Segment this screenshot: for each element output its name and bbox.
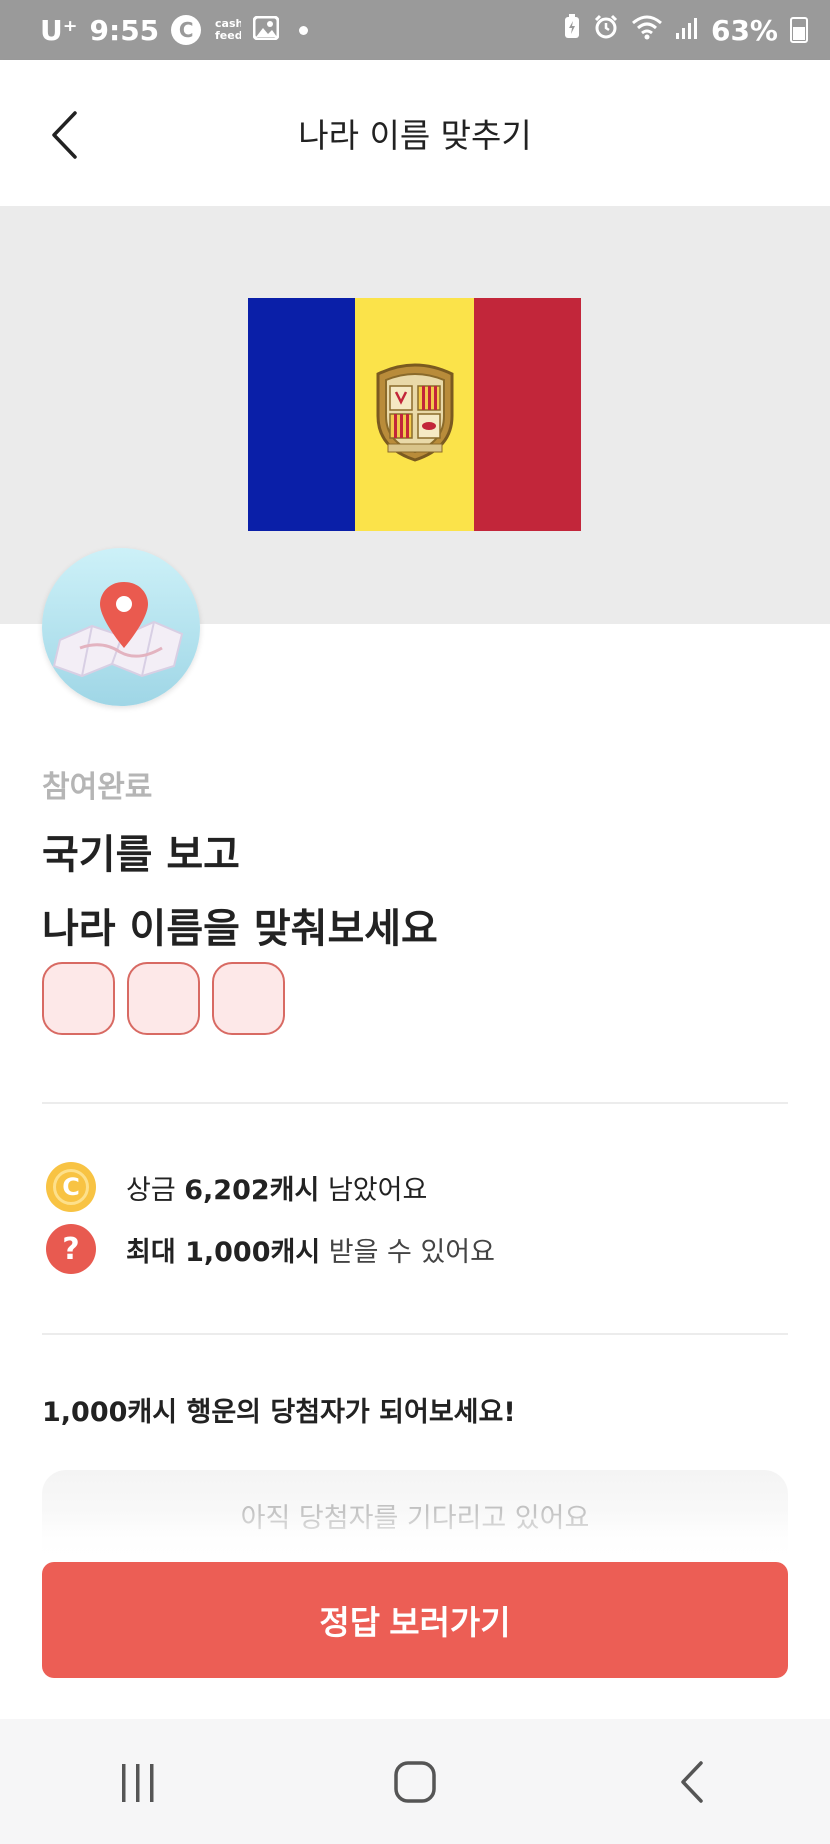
question-text: 국기를 보고 나라 이름을 맞춰보세요 [42,818,438,966]
gallery-icon [252,14,280,47]
prize-amount: 6,202캐시 [184,1174,320,1206]
map-pin-icon [52,582,184,678]
help-icon: ? [46,1224,96,1274]
carrier-label: U⁺ [40,13,78,47]
max-reward-suffix: 받을 수 있어요 [320,1236,495,1268]
notification-dot-icon [299,25,309,35]
lucky-winner-title: 1,000캐시 행운의 당첨자가 되어보세요! [42,1397,516,1428]
cash-icon: C [171,15,202,45]
answer-box[interactable] [127,962,200,1035]
prize-row: C 상금 6,202캐시 남았어요 [46,1162,427,1212]
view-answer-button[interactable]: 정답 보러가기 [42,1562,788,1678]
system-back-button[interactable] [632,1742,752,1822]
page-title: 나라 이름 맞추기 [298,116,532,155]
home-button[interactable] [355,1742,475,1822]
question-line-1: 국기를 보고 [42,832,240,878]
cash-feed-icon: cash feed [213,16,243,44]
flag-stripe-blue [248,298,355,531]
recent-apps-icon [122,1763,154,1802]
system-nav-bar [0,1719,830,1844]
status-bar: U⁺ 9:55 C cash feed 63% [0,0,830,60]
status-bar-left: U⁺ 9:55 C cash feed [40,13,309,47]
prize-suffix: 남았어요 [319,1174,428,1206]
map-pin-badge [42,548,200,706]
home-icon [394,1760,436,1803]
recent-apps-button[interactable] [78,1742,198,1822]
question-line-2: 나라 이름을 맞춰보세요 [42,906,438,952]
fade-overlay [0,1510,830,1560]
answer-boxes [42,962,285,1035]
battery-percent: 63% [710,13,778,47]
status-bar-right: 63% [563,13,808,47]
clock: 9:55 [89,13,160,47]
wifi-icon [631,14,663,47]
battery-icon [790,17,808,43]
flag-stripe-yellow [355,298,474,531]
flag-stripe-red [474,298,581,531]
chevron-left-icon [680,1760,703,1803]
coat-of-arms-icon [376,363,454,462]
coin-icon: C [46,1162,96,1212]
back-button[interactable] [40,105,88,165]
alarm-icon [593,14,619,47]
chevron-left-icon [52,111,77,159]
participation-status: 참여완료 [42,770,153,805]
max-reward-amount: 최대 1,000캐시 [126,1236,321,1268]
answer-box[interactable] [42,962,115,1035]
app-header: 나라 이름 맞추기 [0,60,830,206]
signal-icon [675,14,699,47]
max-reward-row: ? 최대 1,000캐시 받을 수 있어요 [46,1224,495,1274]
battery-saver-icon [563,13,581,47]
answer-box[interactable] [212,962,285,1035]
max-reward-text: 최대 1,000캐시 받을 수 있어요 [126,1230,495,1269]
divider [42,1102,788,1104]
svg-text:feed: feed [215,29,241,42]
country-flag [248,298,581,531]
divider [42,1333,788,1335]
coin-glyph: C [53,1169,89,1205]
prize-prefix: 상금 [126,1174,185,1206]
prize-text: 상금 6,202캐시 남았어요 [126,1168,427,1207]
